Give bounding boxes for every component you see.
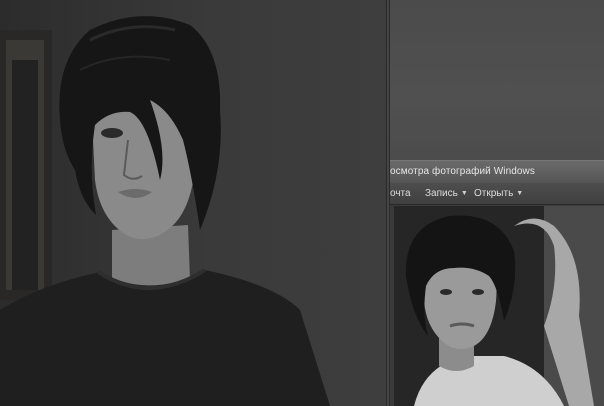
window-title: осмотра фотографий Windows [390, 166, 535, 177]
menu-bar: очта Запись ▼ Открыть ▼ [390, 183, 604, 205]
photo-display[interactable] [394, 206, 604, 406]
menu-burn[interactable]: Запись ▼ [425, 188, 468, 199]
menu-burn-label: Запись [425, 188, 458, 199]
menu-open[interactable]: Открыть ▼ [474, 188, 523, 199]
menu-email[interactable]: очта [390, 188, 411, 199]
game-character-render [0, 0, 387, 406]
chevron-down-icon: ▼ [460, 190, 468, 197]
chevron-down-icon: ▼ [516, 190, 524, 197]
menu-open-label: Открыть [474, 188, 514, 199]
character-illustration [0, 16, 330, 406]
desktop-background [390, 0, 604, 160]
photo-viewer-window: осмотра фотографий Windows очта Запись ▼ … [390, 160, 604, 406]
portrait-photo [394, 206, 604, 406]
title-bar[interactable]: осмотра фотографий Windows [390, 160, 604, 183]
menu-email-label: очта [390, 188, 411, 199]
